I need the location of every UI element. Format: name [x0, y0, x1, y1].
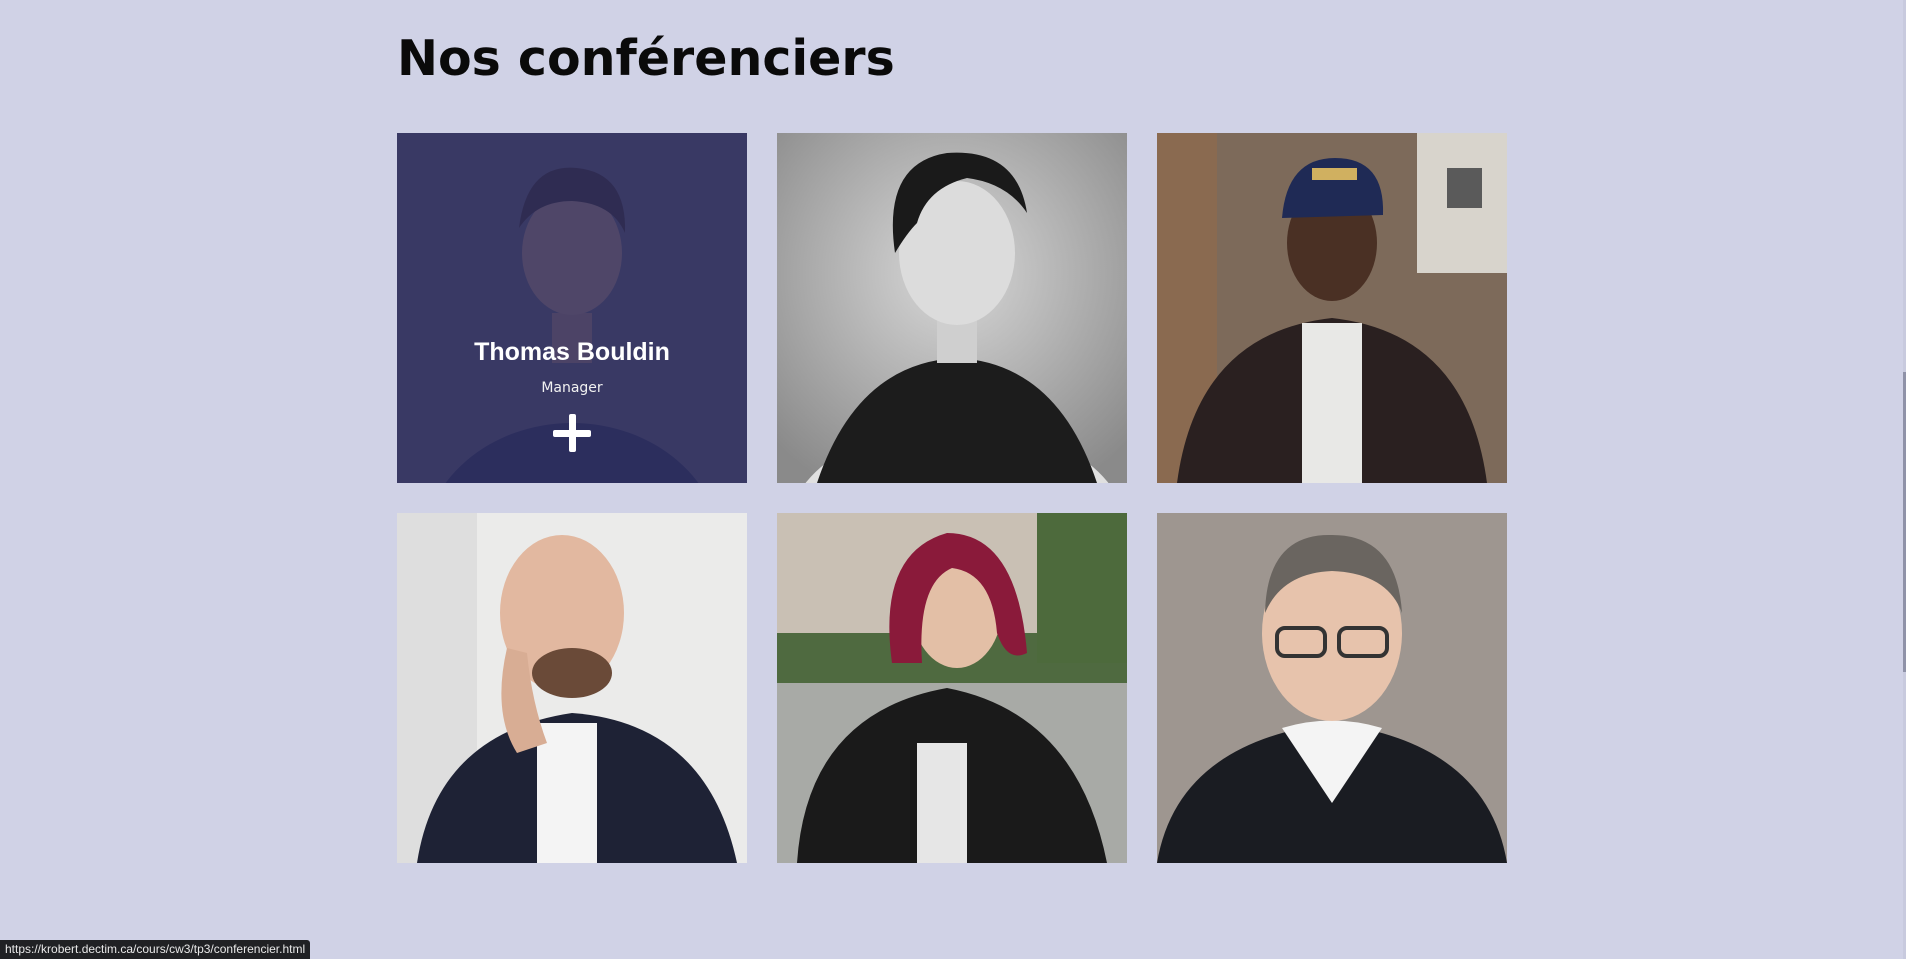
speaker-overlay: Thomas Bouldin Manager: [397, 133, 747, 483]
speaker-card[interactable]: [777, 133, 1127, 483]
speaker-card[interactable]: [777, 513, 1127, 863]
speaker-card[interactable]: [1157, 133, 1507, 483]
page-title: Nos conférenciers: [397, 30, 895, 87]
speaker-photo: [1157, 513, 1507, 863]
speaker-photo: [1157, 133, 1507, 483]
speaker-photo: [397, 513, 747, 863]
status-bar-url: https://krobert.dectim.ca/cours/cw3/tp3/…: [0, 940, 311, 959]
speaker-photo: [777, 133, 1127, 483]
speaker-name: Thomas Bouldin: [474, 338, 670, 366]
speaker-card[interactable]: [1157, 513, 1507, 863]
speaker-card[interactable]: Thomas Bouldin Manager: [397, 133, 747, 483]
plus-icon[interactable]: [553, 414, 591, 452]
page: Nos conférenciers Thomas Bouldin Manager: [0, 0, 1906, 959]
speaker-card[interactable]: [397, 513, 747, 863]
speakers-grid: Thomas Bouldin Manager: [397, 133, 1507, 863]
speaker-role: Manager: [541, 380, 603, 396]
speaker-photo: [777, 513, 1127, 863]
